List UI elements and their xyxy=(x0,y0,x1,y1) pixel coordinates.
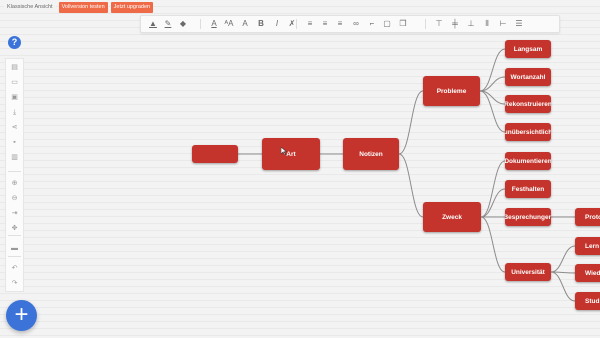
node-rekonstruieren[interactable]: Rekonstruieren xyxy=(505,95,551,113)
connector-universitaet-lernen xyxy=(550,245,576,273)
node-dokumentieren[interactable]: Dokumentieren xyxy=(505,152,551,170)
node-universitaet[interactable]: Universität xyxy=(505,263,551,281)
node-lernen[interactable]: Lern xyxy=(575,237,600,255)
node-notizen[interactable]: Notizen xyxy=(343,138,399,170)
mouse-cursor-icon xyxy=(281,147,287,155)
node-wiederholen[interactable]: Wieder xyxy=(575,264,600,282)
node-empty[interactable] xyxy=(192,145,238,163)
connector-zweck-universitaet xyxy=(480,216,506,273)
connector-zweck-festhalten xyxy=(480,188,506,218)
node-wortanzahl[interactable]: Wortanzahl xyxy=(505,68,551,86)
node-zweck[interactable]: Zweck xyxy=(423,202,481,232)
connector-notizen-probleme xyxy=(398,90,424,155)
connector-universitaet-studieren xyxy=(550,271,576,302)
connector-zweck-dokumentieren xyxy=(480,160,506,218)
node-langsam[interactable]: Langsam xyxy=(505,40,551,58)
node-festhalten[interactable]: Festhalten xyxy=(505,180,551,198)
node-studieren[interactable]: Studie xyxy=(575,292,600,310)
node-probleme[interactable]: Probleme xyxy=(423,76,480,106)
node-art[interactable]: Art xyxy=(262,138,320,170)
connector-notizen-zweck xyxy=(398,153,424,218)
node-unuebersichtlich[interactable]: unübersichtlich xyxy=(505,123,551,141)
node-protokoll[interactable]: Protokol xyxy=(575,208,600,226)
node-besprechungen[interactable]: Besprechungen xyxy=(505,208,551,226)
